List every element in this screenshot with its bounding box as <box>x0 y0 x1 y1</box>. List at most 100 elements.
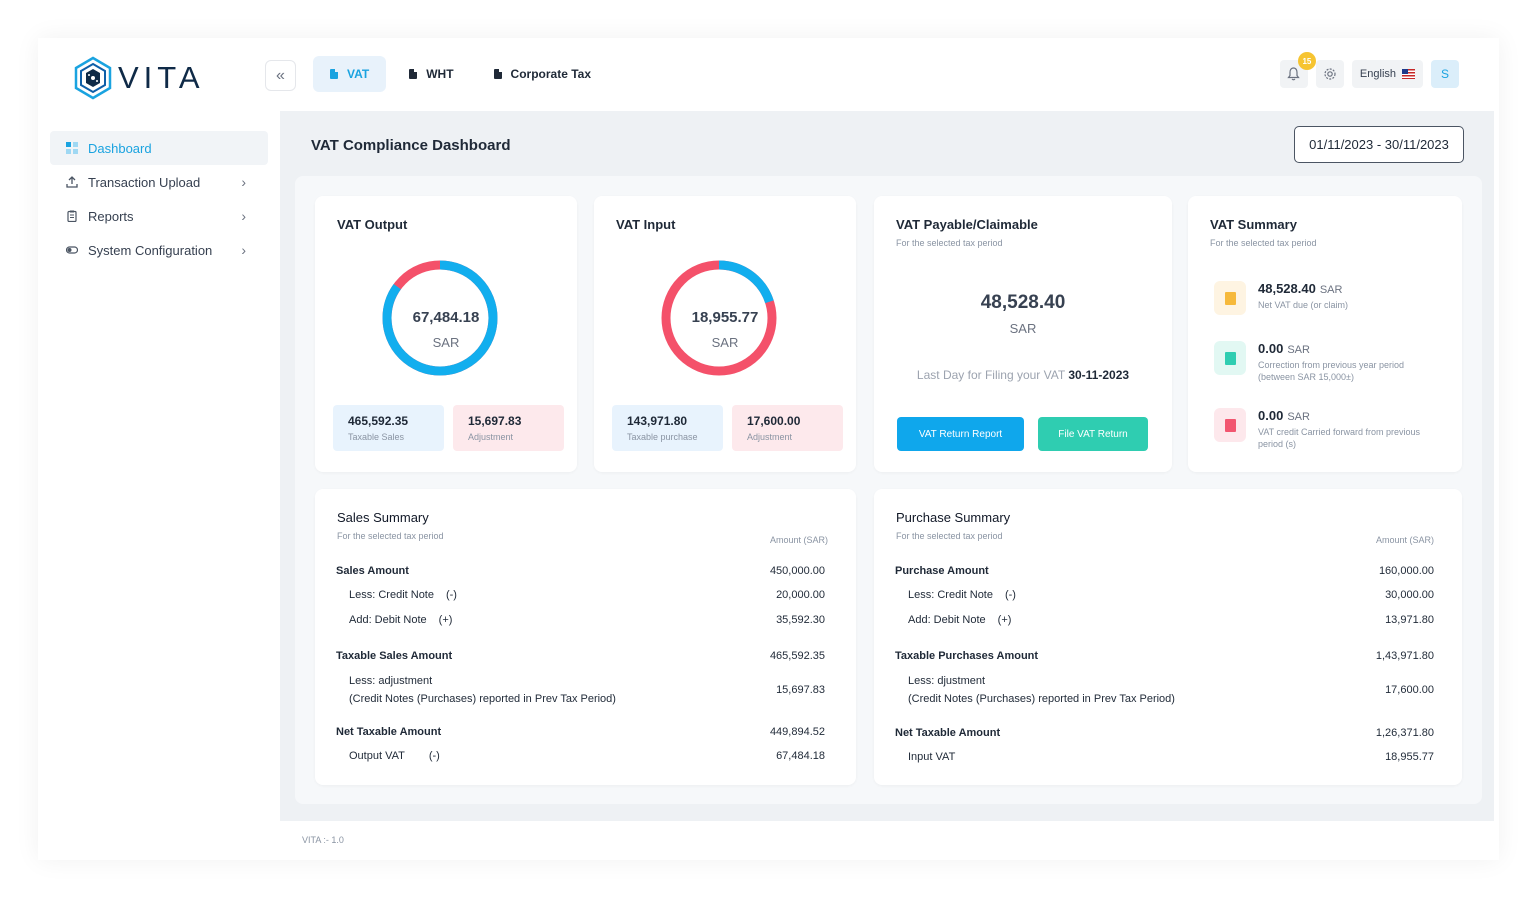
table-row: Net Taxable Amount 1,26,371.80 <box>895 727 1434 739</box>
date-range-picker[interactable]: 01/11/2023 - 30/11/2023 <box>1294 126 1464 163</box>
row-label: Net Taxable Amount <box>336 726 442 738</box>
toggle-icon <box>66 246 78 254</box>
purchase-summary-title: Purchase Summary <box>896 510 1011 525</box>
summary-description: Net VAT due (or claim) <box>1258 300 1349 310</box>
sidebar-item-system-configuration[interactable]: System Configuration › <box>50 233 268 267</box>
table-row: Taxable Sales Amount 465,592.35 <box>336 650 825 662</box>
row-amount: 1,26,371.80 <box>1375 727 1434 739</box>
input-adjustment-value: 17,600.00 <box>747 414 801 428</box>
version-footer: VITA :- 1.0 <box>302 835 344 845</box>
vat-output-currency: SAR <box>432 335 460 350</box>
sidebar-item-label: System Configuration <box>88 242 213 258</box>
sidebar: Dashboard Transaction Upload › Reports ›… <box>38 111 280 860</box>
sidebar-collapse-button[interactable]: « <box>265 60 296 91</box>
sales-summary-title: Sales Summary <box>337 510 429 525</box>
row-label: Input VAT <box>908 751 956 763</box>
summary-description: VAT credit Carried forward from previous… <box>1258 427 1421 449</box>
taxable-sales-label: Taxable Sales <box>348 432 405 442</box>
tab-label: Corporate Tax <box>510 67 592 81</box>
summary-currency: SAR <box>1287 344 1310 356</box>
table-row: Net Taxable Amount 449,894.52 <box>336 726 825 738</box>
table-row: Less: djustment (Credit Notes (Purchases)… <box>908 675 1434 705</box>
vita-logo-icon <box>74 56 112 100</box>
summary-currency: SAR <box>1287 411 1310 423</box>
vita-logo[interactable]: VITA <box>74 56 205 100</box>
header-actions: 15 English S <box>1279 52 1459 88</box>
card-title: Sales Summary <box>337 510 429 525</box>
amount-column-header: Amount (SAR) <box>769 535 828 545</box>
row-amount: 13,971.80 <box>1385 614 1434 626</box>
tab-wht[interactable]: WHT <box>392 56 470 92</box>
sidebar-item-dashboard[interactable]: Dashboard <box>50 131 268 165</box>
table-row: Output VAT (-) 67,484.18 <box>349 750 825 762</box>
summary-item-credit-carried: 0.00 SAR VAT credit Carried forward from … <box>1214 408 1438 450</box>
sidebar-item-reports[interactable]: Reports › <box>50 199 268 233</box>
input-adjustment-box: 17,600.00 Adjustment <box>732 405 843 451</box>
chevron-right-icon: › <box>241 174 246 190</box>
row-sign: (-) <box>1004 589 1016 601</box>
row-amount: 35,592.30 <box>776 614 825 626</box>
row-label: Less: adjustment <box>349 675 433 687</box>
net-vat-document-icon <box>1214 281 1246 315</box>
summary-amount: 0.00 <box>1258 341 1284 356</box>
card-subtitle: For the selected tax period <box>896 531 1003 541</box>
table-row: Input VAT 18,955.77 <box>908 751 1434 763</box>
row-amount: 17,600.00 <box>1385 684 1434 696</box>
tab-vat[interactable]: VAT <box>313 56 387 92</box>
row-label: Sales Amount <box>336 565 409 577</box>
row-amount: 450,000.00 <box>769 565 825 577</box>
row-label: Purchase Amount <box>895 565 989 577</box>
vat-return-report-button[interactable]: VAT Return Report <box>897 417 1024 451</box>
table-row: Purchase Amount 160,000.00 <box>895 565 1434 577</box>
dashboard-panel: VAT Output 67,484.18 SAR 465,592.35 Taxa… <box>295 176 1482 804</box>
sidebar-item-label: Reports <box>88 208 134 224</box>
sidebar-item-label: Dashboard <box>88 140 152 156</box>
input-adjustment-label: Adjustment <box>747 432 793 442</box>
card-title: VAT Payable/Claimable <box>896 217 1038 232</box>
vat-output-amount: 67,484.18 <box>412 309 480 326</box>
row-label: Less: djustment <box>908 675 986 687</box>
user-avatar[interactable]: S <box>1431 60 1459 88</box>
vat-payable-currency: SAR <box>1009 321 1037 336</box>
upload-icon <box>66 176 78 188</box>
row-label: Output VAT <box>349 750 405 762</box>
sidebar-item-transaction-upload[interactable]: Transaction Upload › <box>50 165 268 199</box>
row-label: Taxable Purchases Amount <box>895 650 1039 662</box>
card-title: VAT Input <box>616 217 676 232</box>
row-sign: (+) <box>997 614 1012 626</box>
row-amount: 20,000.00 <box>776 589 825 601</box>
correction-document-icon <box>1214 341 1246 375</box>
row-sign: (-) <box>445 589 457 601</box>
row-label: Less: Credit Note <box>908 589 993 601</box>
card-title: VAT Output <box>337 217 408 232</box>
vat-input-card: VAT Input 18,955.77 SAR 143,971.80 Taxab… <box>594 196 856 472</box>
tab-label: WHT <box>426 67 454 81</box>
language-selector[interactable]: English <box>1351 60 1423 88</box>
row-amount: 1,43,971.80 <box>1375 650 1434 662</box>
tab-corporate-tax[interactable]: Corporate Tax <box>477 56 608 92</box>
row-sublabel: (Credit Notes (Purchases) reported in Pr… <box>349 693 616 705</box>
main-content: VAT Compliance Dashboard 01/11/2023 - 30… <box>280 111 1494 821</box>
vat-input-amount: 18,955.77 <box>691 309 759 326</box>
file-vat-return-button[interactable]: File VAT Return <box>1038 417 1148 451</box>
card-subtitle: For the selected tax period <box>337 531 444 541</box>
row-amount: 465,592.35 <box>769 650 825 662</box>
row-sign: (+) <box>438 614 453 626</box>
row-label: Add: Debit Note <box>908 614 986 626</box>
row-label: Taxable Sales Amount <box>336 650 453 662</box>
row-amount: 15,697.83 <box>776 684 825 696</box>
app-window: VITA « VAT WHT Corporate Tax 15 English … <box>38 38 1499 860</box>
summary-currency: SAR <box>1319 284 1343 296</box>
settings-button[interactable] <box>1315 60 1344 88</box>
output-adjustment-box: 15,697.83 Adjustment <box>453 405 564 451</box>
row-sublabel: (Credit Notes (Purchases) reported in Pr… <box>908 693 1175 705</box>
row-sign: (-) <box>428 750 440 762</box>
language-label: English <box>1359 68 1396 80</box>
card-subtitle: For the selected tax period <box>1210 238 1317 248</box>
vat-summary-card: VAT Summary For the selected tax period … <box>1188 196 1462 472</box>
table-row: Less: Credit Note (-) 20,000.00 <box>349 589 825 601</box>
taxable-sales-box: 465,592.35 Taxable Sales <box>333 405 444 451</box>
summary-item-correction: 0.00 SAR Correction from previous year pe… <box>1214 341 1438 383</box>
notifications-button[interactable]: 15 <box>1279 52 1316 88</box>
gear-icon <box>1324 68 1336 80</box>
